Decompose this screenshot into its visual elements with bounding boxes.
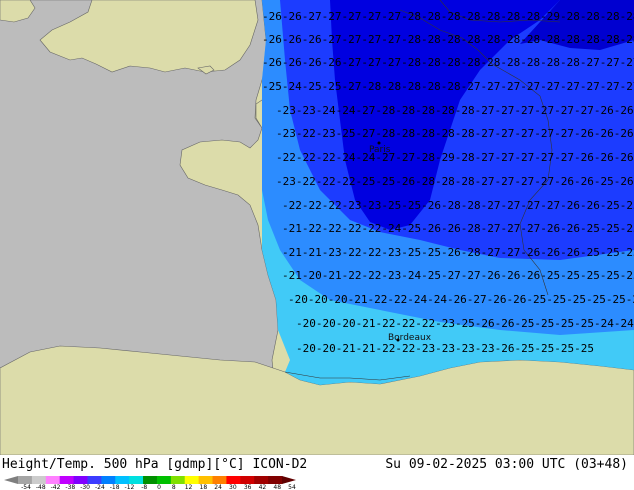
contour-row: -26-26-26-26-27-27-27-28-28-28-28-28-28-…	[262, 56, 634, 69]
map-footer: Height/Temp. 500 hPa [gdmp][°C] ICON-D2 …	[0, 455, 634, 490]
contour-labels: -26-26-27-27-27-27-27-28-28-28-28-28-28-…	[262, 10, 634, 355]
contour-row: -25-24-25-25-27-28-28-28-28-28-27-27-27-…	[262, 80, 634, 93]
legend-tick-label: 18	[199, 484, 208, 490]
map-canvas: Paris Bordeaux -26-26-27-27-27-27-27-28-…	[0, 0, 634, 455]
legend-swatch	[87, 476, 102, 484]
legend-swatch	[31, 476, 47, 484]
legend-swatch	[59, 476, 75, 484]
legend-tick-label: -24	[94, 484, 105, 490]
legend-tick-label: 42	[258, 484, 267, 490]
contour-row: -23-22-22-22-25-25-26-28-28-28-27-27-27-…	[276, 175, 634, 188]
contour-row: -23-22-23-25-27-28-28-28-28-28-27-27-27-…	[276, 127, 634, 140]
legend-swatch	[45, 476, 61, 484]
legend-swatch	[170, 476, 186, 484]
legend-tick-label: -54	[21, 484, 31, 490]
legend-tick-label: -48	[35, 484, 46, 490]
map-title: Height/Temp. 500 hPa [gdmp][°C] ICON-D2	[2, 457, 308, 472]
legend-swatch	[254, 476, 269, 484]
legend-swatch	[212, 476, 227, 484]
legend-swatch	[73, 476, 88, 484]
legend-swatch	[226, 476, 241, 484]
contour-row: -26-26-27-27-27-27-27-28-28-28-28-28-28-…	[262, 10, 634, 23]
legend-swatch	[240, 476, 255, 484]
contour-row: -21-21-23-22-22-23-25-25-26-28-27-27-26-…	[282, 246, 634, 259]
contour-row: -21-20-21-22-22-23-24-25-27-27-26-26-26-…	[282, 269, 634, 282]
legend-tick-label: 48	[273, 484, 282, 490]
legend-swatch	[115, 476, 130, 484]
contour-row: -26-26-26-27-27-27-27-28-28-28-28-28-28-…	[262, 33, 634, 46]
legend-swatch	[268, 476, 283, 484]
legend-tick-label: 12	[184, 484, 193, 490]
legend-swatch	[156, 476, 172, 484]
legend-swatch	[143, 476, 158, 484]
valid-time: Su 09-02-2025 03:00 UTC (03+48)	[385, 457, 628, 472]
legend-arrow-right	[282, 476, 296, 484]
legend-tick-label: -42	[50, 484, 61, 490]
legend-swatch	[101, 476, 116, 484]
contour-row: -20-20-20-21-22-22-24-24-26-27-26-26-25-…	[288, 293, 634, 306]
legend-arrow-left	[4, 476, 18, 484]
contour-row: -22-22-22-24-24-27-27-28-29-28-27-27-27-…	[276, 151, 634, 164]
contour-row: -20-20-20-21-22-22-22-23-25-26-26-25-25-…	[296, 317, 634, 330]
contour-row: -20-20-21-21-22-22-23-23-23-23-26-25-25-…	[296, 342, 594, 355]
legend-tick-label: -8	[141, 484, 148, 490]
legend-swatch	[184, 476, 200, 484]
legend-tick-label: -38	[65, 484, 76, 490]
legend-tick-label: 30	[229, 484, 237, 490]
legend-swatch	[198, 476, 214, 484]
legend-tick-label: -30	[80, 484, 91, 490]
legend-tick-label: 8	[171, 484, 176, 490]
contour-row: -23-23-24-24-27-28-28-28-28-28-27-27-27-…	[276, 104, 634, 117]
legend-tick-label: 24	[214, 484, 222, 490]
legend-tick-label: -12	[124, 484, 135, 490]
legend-tick-labels: -54 -48 -42 -38 -30 -24 -18 -12 -8 0 8 12 18 24 30 36 42…	[21, 484, 296, 490]
legend-tick-label: 36	[243, 484, 252, 490]
contour-row: -21-22-22-22-22-24-25-26-26-28-27-27-27-…	[282, 222, 634, 235]
color-legend	[4, 476, 296, 484]
legend-tick-label: 54	[288, 484, 296, 490]
legend-tick-label: -18	[109, 484, 120, 490]
legend-swatch	[129, 476, 144, 484]
contour-row: -22-22-22-23-23-25-25-26-28-28-27-27-27-…	[282, 199, 634, 212]
legend-swatch	[18, 476, 33, 484]
weather-map: Paris Bordeaux -26-26-27-27-27-27-27-28-…	[0, 0, 634, 490]
legend-tick-label: 0	[157, 484, 161, 490]
